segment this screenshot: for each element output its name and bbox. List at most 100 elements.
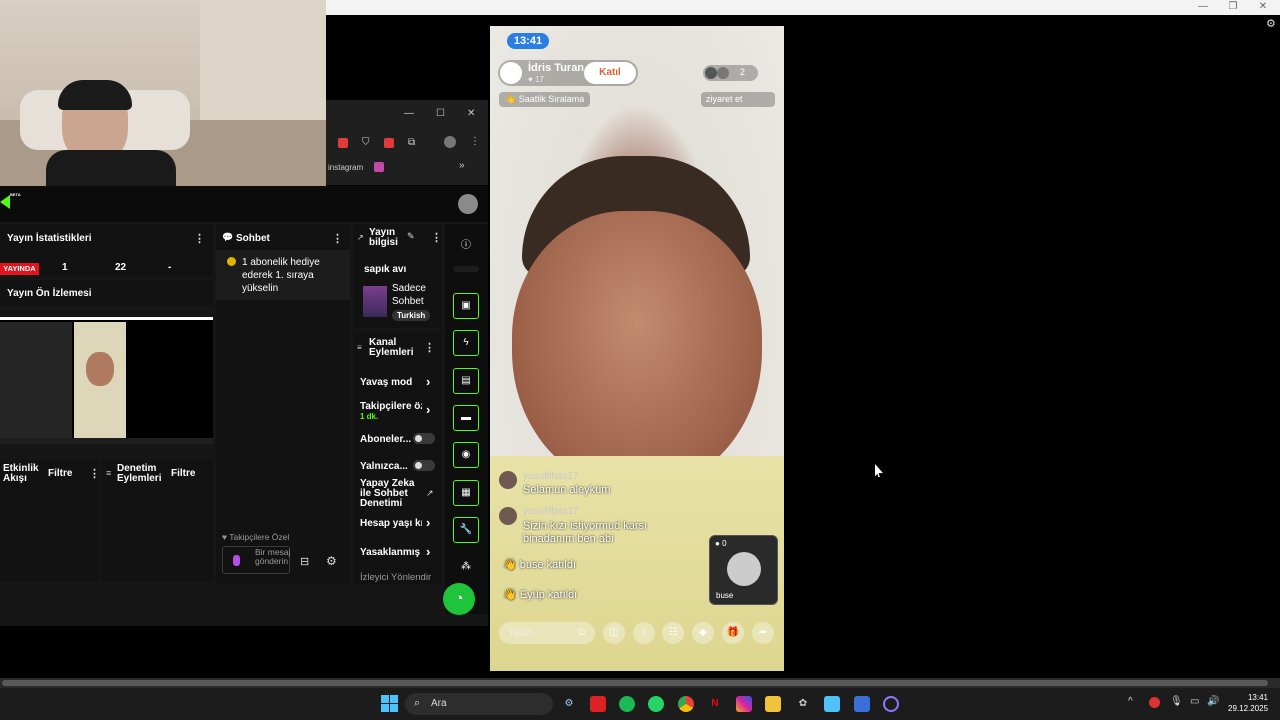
chevron-right-icon[interactable]: › xyxy=(426,515,430,530)
mic-icon[interactable] xyxy=(233,555,240,566)
app-red-icon[interactable] xyxy=(590,696,606,712)
scrollbar-thumb[interactable] xyxy=(2,680,1268,686)
minimize-button[interactable]: — xyxy=(1188,0,1218,15)
share-icon[interactable]: ➦ xyxy=(752,622,774,644)
stream-preview[interactable] xyxy=(0,317,213,444)
extension-icon-2[interactable] xyxy=(384,138,394,148)
gift-icon[interactable]: 🎁 xyxy=(722,622,744,644)
emoji-icon[interactable]: ☺ xyxy=(576,626,587,638)
moderation-filter-button[interactable]: Filtre xyxy=(171,468,195,479)
browser-maximize-button[interactable]: ☐ xyxy=(436,108,445,119)
comment-avatar xyxy=(499,471,517,489)
join-button[interactable]: Katıl xyxy=(584,62,636,84)
ai-moderation-label[interactable]: Yapay Zeka ile Sohbet Denetimi xyxy=(360,479,416,509)
notepad-icon[interactable] xyxy=(824,696,840,712)
guest-name: buse xyxy=(716,591,734,600)
wall-area xyxy=(200,0,326,120)
netflix-icon[interactable]: N xyxy=(707,696,723,712)
screen-capture-icon[interactable]: ▣ xyxy=(453,293,479,319)
restore-button[interactable]: ❐ xyxy=(1218,0,1248,15)
chat-input[interactable]: Bir mesaj gönderin xyxy=(222,546,290,574)
support-headset-icon[interactable]: ◔ xyxy=(443,583,475,615)
guests-icon[interactable]: ☷ xyxy=(662,622,684,644)
gift-icon[interactable]: ⊟ xyxy=(300,555,309,568)
avatar[interactable] xyxy=(458,194,478,214)
visit-pill[interactable]: ziyaret et xyxy=(701,92,775,107)
more-bookmarks-button[interactable]: » xyxy=(459,160,465,171)
chevron-right-icon[interactable]: › xyxy=(426,402,430,417)
chat-settings-gear-icon[interactable]: ⚙ xyxy=(326,554,337,568)
activity-filter-button[interactable]: Filtre xyxy=(48,468,72,479)
apps-icon[interactable]: ⁂ xyxy=(461,561,471,572)
spotify-icon[interactable] xyxy=(619,696,635,712)
tray-app-icon[interactable] xyxy=(1149,697,1160,708)
slow-mode-label[interactable]: Yavaş mod xyxy=(360,377,412,388)
start-tile xyxy=(381,704,389,712)
join-notice-text: buse katıldı xyxy=(519,559,577,571)
bookmark-icon[interactable] xyxy=(374,162,384,172)
chevron-right-icon[interactable]: › xyxy=(426,374,430,389)
remote-desktop-icon[interactable] xyxy=(854,696,870,712)
instagram-icon[interactable] xyxy=(736,696,752,712)
notes-icon[interactable]: ▤ xyxy=(453,368,479,394)
external-link-icon[interactable]: ↗ xyxy=(426,488,434,499)
taskbar-search[interactable]: ⌕ Ara xyxy=(405,693,553,715)
windows-start-icon[interactable] xyxy=(381,695,398,712)
app-circle-icon[interactable] xyxy=(883,696,899,712)
settings-app-icon[interactable]: ⚙ xyxy=(561,696,577,712)
box-gift-icon[interactable]: ◆ xyxy=(692,622,714,644)
browser-close-button[interactable]: ✕ xyxy=(467,108,475,119)
profile-icon[interactable] xyxy=(444,136,456,148)
hourly-rank-pill[interactable]: 👋 Saatlik Sıralama xyxy=(499,92,591,107)
banned-words-label[interactable]: Yasaklanmış i xyxy=(360,547,422,558)
viewer-redirect-label[interactable]: İzleyici Yönlendir xyxy=(360,572,440,583)
chrome-icon[interactable] xyxy=(678,696,694,712)
gear-icon[interactable]: ⚙ xyxy=(1266,17,1276,30)
account-age-label[interactable]: Hesap yaşı kı xyxy=(360,518,422,529)
emote-only-toggle[interactable] xyxy=(413,460,435,471)
extension-icon[interactable] xyxy=(338,138,348,148)
stats-menu-button[interactable]: ⋮ xyxy=(194,232,205,245)
camera-off-icon[interactable]: ◫ xyxy=(603,622,625,644)
menu-icon[interactable]: ⋮ xyxy=(470,136,480,147)
chevron-up-icon[interactable]: ^ xyxy=(1128,696,1133,707)
stream-info-menu-button[interactable]: ⋮ xyxy=(431,231,442,244)
guest-box[interactable]: ● 0 buse xyxy=(709,535,778,605)
followers-only-action-label[interactable]: Takipçilere öz xyxy=(360,401,422,412)
horizontal-scrollbar[interactable] xyxy=(0,678,1280,688)
lightning-icon[interactable]: ϟ xyxy=(453,330,479,356)
layout-icon[interactable]: ▦ xyxy=(453,480,479,506)
viewers-pill[interactable]: 2 xyxy=(703,65,758,81)
chat-bubble-icon[interactable]: ▬ xyxy=(453,405,479,431)
viewer-avatar xyxy=(717,67,729,79)
edit-pencil-icon[interactable]: ✎ xyxy=(407,231,415,242)
chat-title: Sohbet xyxy=(236,233,270,244)
mic-tray-icon[interactable]: 🎙 xyxy=(1170,696,1183,707)
whatsapp-icon[interactable] xyxy=(648,696,664,712)
chevron-right-icon[interactable]: › xyxy=(426,544,430,559)
subscribers-only-toggle[interactable] xyxy=(413,433,435,444)
file-explorer-icon[interactable] xyxy=(765,696,781,712)
info-icon[interactable]: ⓘ xyxy=(461,236,471,251)
comment-input[interactable]: Yazın... ☺ xyxy=(499,622,595,644)
volume-icon[interactable]: 🔊 xyxy=(1207,696,1219,707)
app-settings-icon[interactable]: ✿ xyxy=(795,696,811,712)
network-icon[interactable]: ▭ xyxy=(1190,696,1199,707)
host-avatar[interactable] xyxy=(500,62,522,84)
close-button[interactable]: ✕ xyxy=(1248,0,1278,15)
browser-minimize-button[interactable]: — xyxy=(404,108,414,119)
shield-icon[interactable]: ⛉ xyxy=(362,137,370,148)
followers-only-duration: 1 dk. xyxy=(360,412,379,421)
broadcast-icon[interactable]: ◉ xyxy=(453,442,479,468)
activity-menu-button[interactable]: ⋮ xyxy=(89,467,100,480)
comment-text: Selamun aleyküm xyxy=(523,484,611,496)
puzzle-icon[interactable]: ⧉ xyxy=(408,137,415,148)
mic-icon[interactable]: ♪ xyxy=(633,622,655,644)
bookmark-instagram[interactable]: instagram xyxy=(328,163,363,172)
host-card[interactable]: İdris Turan ♥ 17 Katıl xyxy=(498,60,638,86)
status-time: 13:41 xyxy=(507,33,549,49)
taskbar-clock[interactable]: 13:41 29.12.2025 xyxy=(1228,692,1268,714)
chat-menu-button[interactable]: ⋮ xyxy=(332,232,343,245)
wrench-icon[interactable]: 🔧 xyxy=(453,517,479,543)
channel-actions-menu-button[interactable]: ⋮ xyxy=(424,341,435,354)
